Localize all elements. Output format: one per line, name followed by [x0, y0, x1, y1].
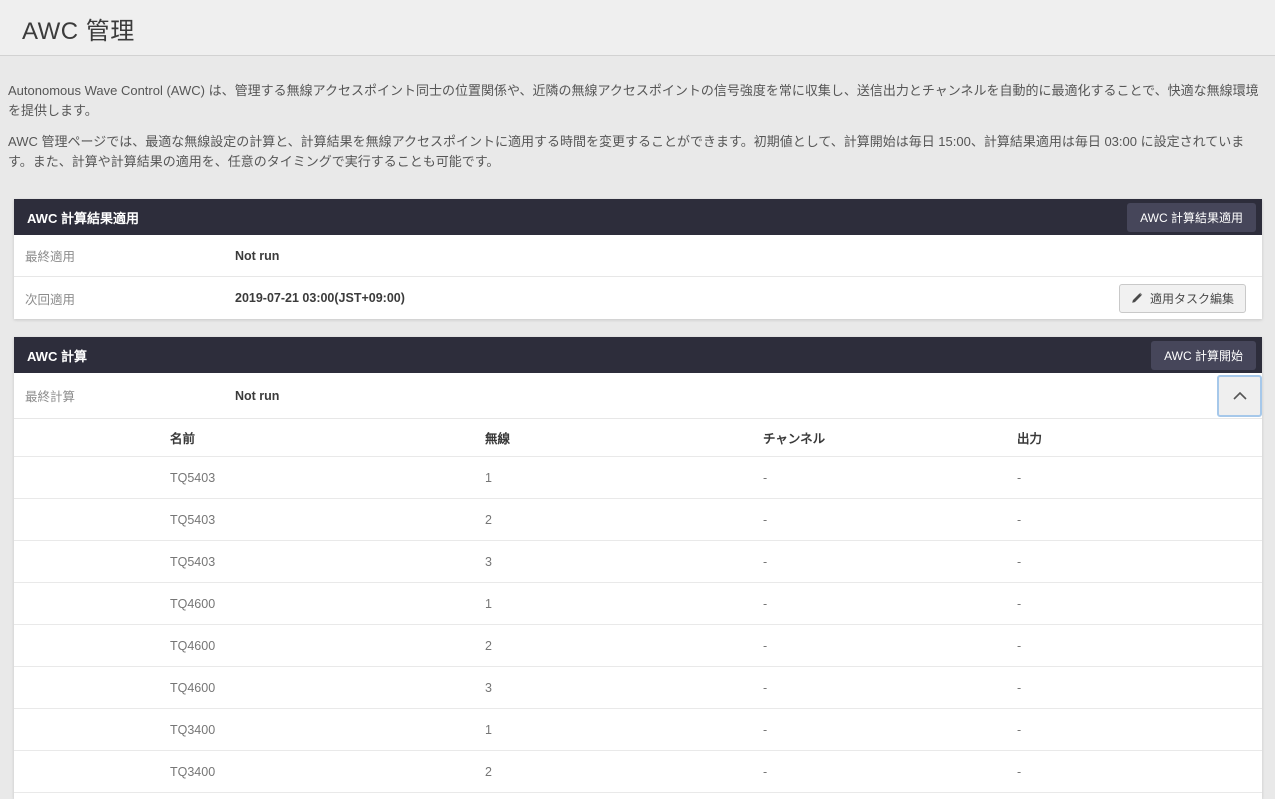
table-row: TQ46001--	[14, 583, 1262, 625]
table-cell-name: TQ5403	[14, 471, 485, 485]
awc-calc-panel: AWC 計算 AWC 計算開始 最終計算 Not run 名前 無線 チャンネル…	[14, 337, 1262, 799]
awc-apply-panel-header: AWC 計算結果適用 AWC 計算結果適用	[14, 199, 1262, 235]
table-cell-channel: -	[763, 765, 1017, 779]
table-header-output: 出力	[1017, 428, 1262, 447]
table-cell-output: -	[1017, 471, 1262, 485]
table-cell-channel: -	[763, 555, 1017, 569]
table-row: TQ54031--	[14, 457, 1262, 499]
table-cell-name: TQ3400	[14, 765, 485, 779]
table-cell-channel: -	[763, 723, 1017, 737]
next-apply-label: 次回適用	[25, 289, 235, 308]
table-cell-output: -	[1017, 597, 1262, 611]
table-cell-radio: 1	[485, 597, 763, 611]
table-cell-name: TQ4600	[14, 681, 485, 695]
chevron-up-icon	[1233, 392, 1247, 400]
table-row: TQ54033--	[14, 541, 1262, 583]
awc-calc-panel-title: AWC 計算	[27, 346, 87, 365]
table-cell-radio: 2	[485, 765, 763, 779]
table-row: TQ34001--	[14, 709, 1262, 751]
next-apply-value: 2019-07-21 03:00(JST+09:00)	[235, 291, 1119, 305]
awc-calc-start-button[interactable]: AWC 計算開始	[1151, 341, 1256, 370]
awc-calc-panel-header: AWC 計算 AWC 計算開始	[14, 337, 1262, 373]
last-apply-label: 最終適用	[25, 246, 235, 265]
table-row: TQ46002--	[14, 625, 1262, 667]
table-cell-radio: 3	[485, 681, 763, 695]
table-cell-output: -	[1017, 513, 1262, 527]
awc-apply-panel: AWC 計算結果適用 AWC 計算結果適用 最終適用 Not run 次回適用 …	[14, 199, 1262, 319]
last-apply-value: Not run	[235, 249, 1262, 263]
last-calc-label: 最終計算	[25, 386, 235, 405]
last-calc-value: Not run	[235, 389, 1217, 403]
table-cell-radio: 2	[485, 639, 763, 653]
table-cell-radio: 1	[485, 723, 763, 737]
table-row-clipped	[14, 793, 1262, 799]
table-cell-channel: -	[763, 471, 1017, 485]
description-paragraph-2: AWC 管理ページでは、最適な無線設定の計算と、計算結果を無線アクセスポイントに…	[8, 132, 1265, 172]
table-cell-radio: 2	[485, 513, 763, 527]
table-cell-channel: -	[763, 597, 1017, 611]
description-paragraph-1: Autonomous Wave Control (AWC) は、管理する無線アク…	[8, 81, 1265, 121]
table-cell-name: TQ5403	[14, 513, 485, 527]
page-title: AWC 管理	[22, 11, 1275, 46]
table-row: TQ54032--	[14, 499, 1262, 541]
table-cell-channel: -	[763, 513, 1017, 527]
collapse-table-button[interactable]	[1217, 375, 1262, 417]
table-cell-output: -	[1017, 555, 1262, 569]
table-cell-name: TQ4600	[14, 597, 485, 611]
table-cell-output: -	[1017, 765, 1262, 779]
pencil-icon	[1131, 292, 1143, 304]
edit-apply-task-label: 適用タスク編集	[1150, 290, 1234, 307]
table-row: TQ34002--	[14, 751, 1262, 793]
page-header: AWC 管理	[0, 0, 1275, 56]
next-apply-row: 次回適用 2019-07-21 03:00(JST+09:00) 適用タスク編集	[14, 277, 1262, 319]
table-cell-output: -	[1017, 681, 1262, 695]
table-header-row: 名前 無線 チャンネル 出力	[14, 419, 1262, 457]
last-apply-row: 最終適用 Not run	[14, 235, 1262, 277]
page-description: Autonomous Wave Control (AWC) は、管理する無線アク…	[0, 56, 1275, 172]
table-cell-name: TQ3400	[14, 723, 485, 737]
awc-apply-panel-title: AWC 計算結果適用	[27, 208, 139, 227]
table-cell-output: -	[1017, 639, 1262, 653]
table-cell-name: TQ5403	[14, 555, 485, 569]
table-header-radio: 無線	[485, 428, 763, 447]
awc-apply-result-button[interactable]: AWC 計算結果適用	[1127, 203, 1256, 232]
table-cell-name: TQ4600	[14, 639, 485, 653]
table-header-channel: チャンネル	[763, 428, 1017, 447]
table-row: TQ46003--	[14, 667, 1262, 709]
edit-apply-task-button[interactable]: 適用タスク編集	[1119, 284, 1246, 313]
table-cell-channel: -	[763, 639, 1017, 653]
table-cell-channel: -	[763, 681, 1017, 695]
table-cell-radio: 1	[485, 471, 763, 485]
table-header-name: 名前	[14, 428, 485, 447]
table-body: TQ54031--TQ54032--TQ54033--TQ46001--TQ46…	[14, 457, 1262, 793]
table-cell-output: -	[1017, 723, 1262, 737]
table-cell-radio: 3	[485, 555, 763, 569]
last-calc-row: 最終計算 Not run	[14, 373, 1262, 419]
